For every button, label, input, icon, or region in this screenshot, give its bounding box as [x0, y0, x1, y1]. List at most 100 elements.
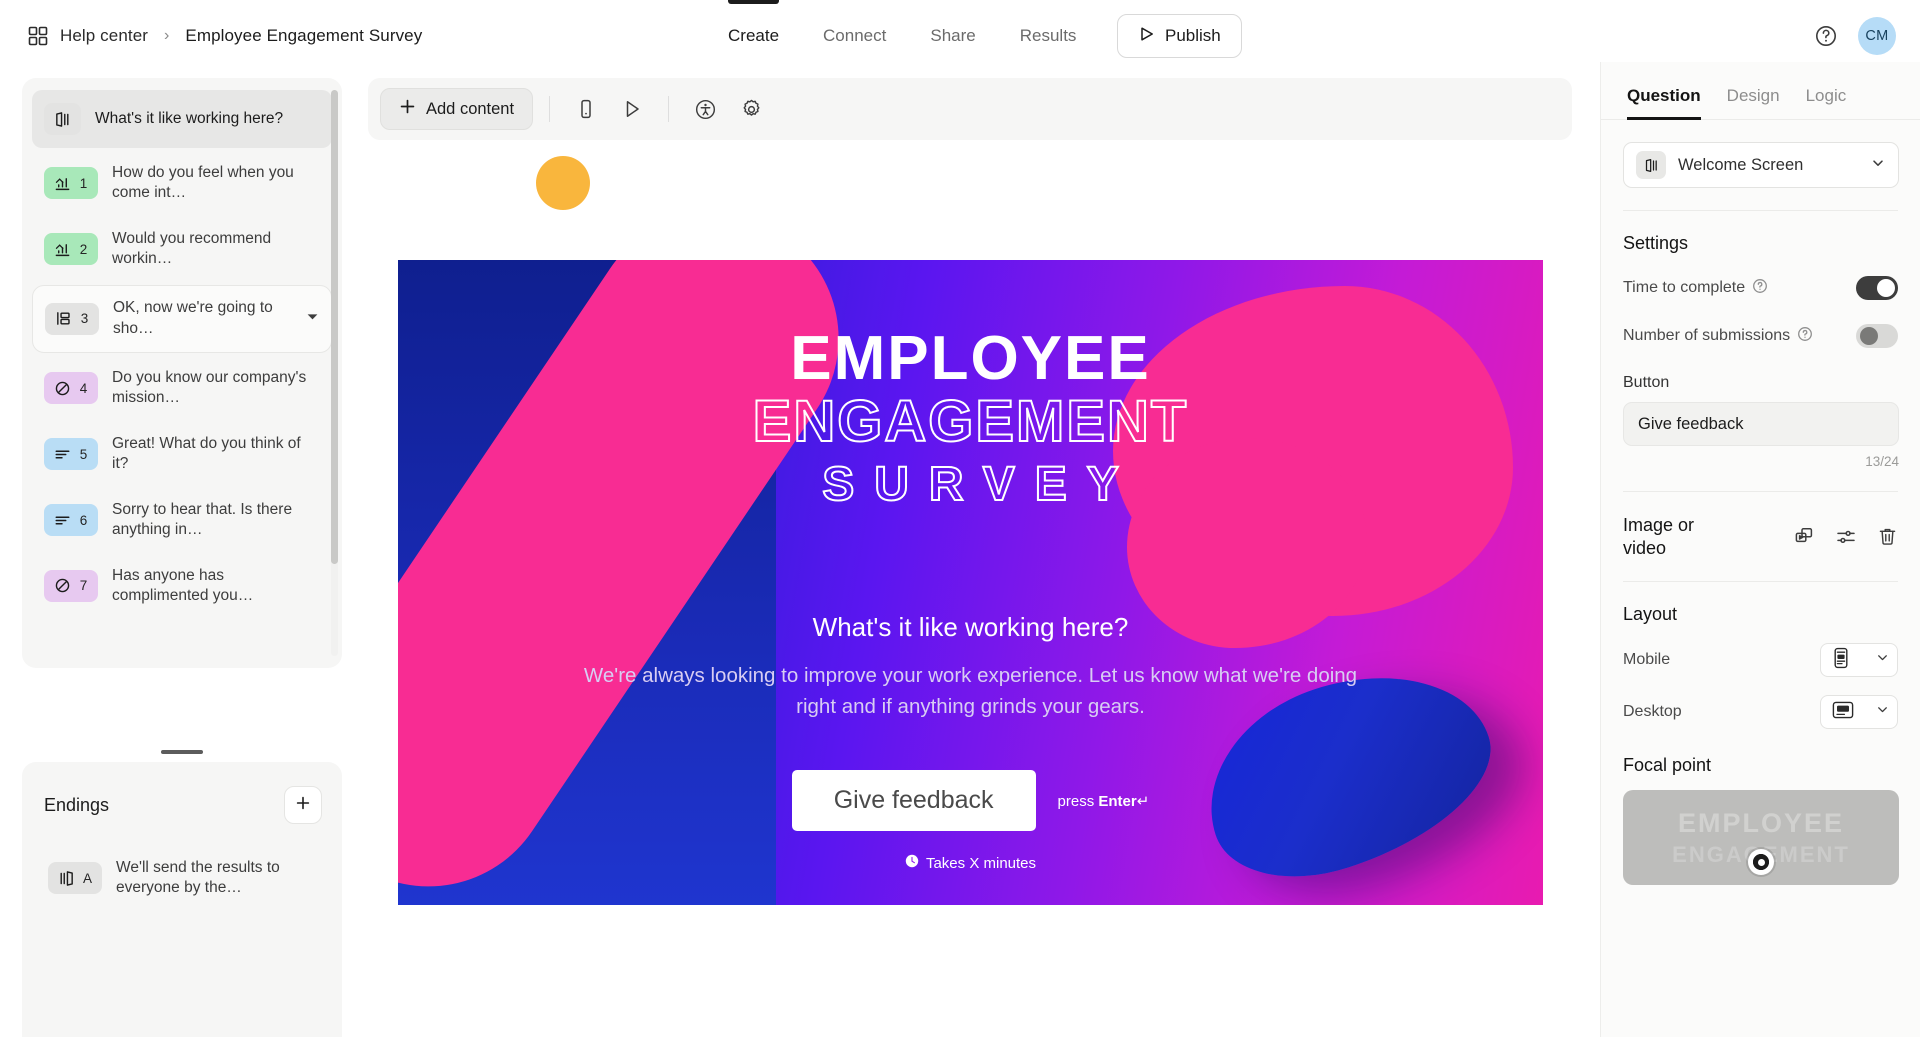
center-area: Add content EMPLOYEE ENGAGEMENT SURVEY W…	[368, 78, 1572, 1028]
tab-share[interactable]: Share	[908, 0, 997, 72]
question-circle-icon[interactable]	[1797, 326, 1813, 347]
chevron-down-icon	[1875, 702, 1890, 722]
sidebar-item-7[interactable]: 7 Has anyone has complimented you…	[32, 556, 332, 617]
add-content-button[interactable]: Add content	[380, 88, 534, 130]
gear-icon[interactable]	[731, 89, 771, 129]
sidebar-item-2[interactable]: 2 Would you recommend workin…	[32, 219, 332, 280]
sidebar-item-label: How do you feel when you come int…	[112, 164, 294, 202]
layout-desktop-select[interactable]	[1820, 695, 1898, 729]
question-group-icon: 3	[45, 302, 99, 335]
layout-mobile-row: Mobile	[1623, 643, 1898, 677]
welcome-screen-icon	[44, 103, 81, 135]
sidebar-item-label: Great! What do you think of it?	[112, 434, 301, 473]
chevron-down-icon[interactable]	[306, 310, 319, 328]
left-sidebar: What's it like working here? 1 How do yo…	[22, 78, 342, 1037]
tab-create[interactable]: Create	[706, 0, 801, 72]
layout-desktop-row: Desktop	[1623, 695, 1898, 729]
question-type-select[interactable]: Welcome Screen	[1623, 142, 1899, 188]
survey-description[interactable]: We're always looking to improve your wor…	[578, 660, 1363, 722]
tab-question-label: Question	[1627, 86, 1701, 105]
questions-panel: What's it like working here? 1 How do yo…	[22, 78, 342, 668]
rating-bars-icon: 2	[44, 233, 98, 266]
toolbar-divider-2	[668, 96, 670, 122]
play-triangle-icon	[1138, 25, 1156, 48]
sidebar-item-3-group[interactable]: 3 OK, now we're going to sho…	[32, 284, 332, 353]
tab-results[interactable]: Results	[998, 0, 1099, 72]
divider-3	[1623, 581, 1898, 582]
tab-question[interactable]: Question	[1627, 86, 1701, 120]
tab-share-label: Share	[930, 26, 976, 45]
button-text-input[interactable]: Give feedback	[1623, 402, 1899, 446]
replace-media-icon[interactable]	[1793, 526, 1815, 548]
give-feedback-button[interactable]: Give feedback	[791, 770, 1036, 831]
tab-design[interactable]: Design	[1727, 86, 1780, 119]
breadcrumb-current[interactable]: Employee Engagement Survey	[185, 26, 422, 46]
survey-canvas[interactable]: EMPLOYEE ENGAGEMENT SURVEY What's it lik…	[398, 260, 1543, 905]
sidebar-item-label: Do you know our company's mission…	[112, 368, 307, 407]
mobile-preview-icon[interactable]	[566, 89, 606, 129]
survey-title-block: EMPLOYEE ENGAGEMENT SURVEY	[398, 328, 1543, 515]
sidebar-item-6[interactable]: 6 Sorry to hear that. Is there anything …	[32, 490, 332, 551]
avatar[interactable]: CM	[1858, 17, 1896, 55]
cursor-highlight	[536, 156, 590, 210]
takes-time-row: Takes X minutes	[398, 854, 1543, 872]
focal-point-preview[interactable]: EMPLOYEE ENGAGEMENT	[1623, 790, 1899, 885]
tab-connect-label: Connect	[823, 26, 887, 45]
ending-item-a[interactable]: A We'll send the results to everyone by …	[36, 848, 328, 909]
publish-button[interactable]: Publish	[1117, 14, 1242, 58]
layout-mobile-label: Mobile	[1623, 651, 1671, 668]
sidebar-item-5[interactable]: 5 Great! What do you think of it?	[32, 424, 332, 485]
press-enter-key: Enter	[1098, 792, 1137, 810]
sidebar-item-4[interactable]: 4 Do you know our company's mission…	[32, 358, 332, 419]
accessibility-icon[interactable]	[685, 89, 725, 129]
sidebar-item-label: What's it like working here?	[95, 109, 284, 127]
survey-title-line-3: SURVEY	[821, 457, 1139, 512]
sidebar-scrollbar-thumb[interactable]	[331, 90, 338, 564]
sidebar-item-welcome[interactable]: What's it like working here?	[32, 90, 332, 148]
survey-cta-row: Give feedback press Enter↵	[398, 770, 1543, 831]
tab-logic-label: Logic	[1805, 86, 1847, 105]
focal-point-handle[interactable]	[1748, 849, 1774, 875]
tab-create-label: Create	[728, 26, 780, 45]
time-to-complete-toggle[interactable]	[1856, 276, 1898, 300]
breadcrumb-root[interactable]: Help center	[60, 26, 148, 46]
grid-icon[interactable]	[28, 26, 48, 46]
sidebar-item-label: OK, now we're going to sho…	[113, 299, 273, 337]
add-ending-button[interactable]	[284, 786, 322, 824]
adjust-settings-icon[interactable]	[1835, 526, 1857, 548]
publish-label: Publish	[1165, 26, 1221, 45]
question-circle-icon[interactable]	[1814, 24, 1838, 48]
long-text-icon: 5	[44, 438, 98, 471]
sidebar-item-1[interactable]: 1 How do you feel when you come int…	[32, 153, 332, 214]
welcome-screen-icon	[1636, 151, 1666, 179]
endings-title: Endings	[44, 794, 110, 815]
focal-point-title: Focal point	[1623, 755, 1712, 775]
play-preview-icon[interactable]	[612, 89, 652, 129]
ending-screen-icon: A	[48, 862, 103, 895]
survey-title-line-2: ENGAGEMENT	[752, 388, 1189, 455]
ending-item-number: A	[83, 870, 93, 886]
number-of-submissions-toggle[interactable]	[1856, 324, 1898, 348]
takes-time-label: Takes X minutes	[925, 854, 1037, 872]
button-char-count: 13/24	[1865, 454, 1899, 469]
questions-list: What's it like working here? 1 How do yo…	[32, 90, 332, 616]
delete-icon[interactable]	[1877, 526, 1898, 547]
canvas-toolbar: Add content	[368, 78, 1572, 140]
number-of-submissions-label: Number of submissions	[1623, 327, 1791, 344]
panel-resize-handle[interactable]	[161, 750, 203, 754]
button-field-label: Button	[1623, 374, 1670, 391]
survey-question-heading[interactable]: What's it like working here?	[398, 612, 1543, 643]
chevron-down-icon	[1875, 650, 1890, 670]
question-circle-icon[interactable]	[1752, 278, 1768, 299]
layout-mobile-select[interactable]	[1820, 643, 1898, 677]
sidebar-scrollbar[interactable]	[331, 90, 338, 656]
layout-desktop-label: Desktop	[1623, 703, 1682, 720]
tab-connect[interactable]: Connect	[801, 0, 908, 72]
settings-title: Settings	[1623, 233, 1689, 253]
welcome-screen-preview: EMPLOYEE ENGAGEMENT SURVEY What's it lik…	[398, 260, 1543, 905]
question-type-value: Welcome Screen	[1678, 155, 1804, 174]
ending-item-label: We'll send the results to everyone by th…	[116, 859, 280, 897]
sidebar-item-number: 6	[79, 512, 88, 528]
layout-title: Layout	[1623, 604, 1678, 624]
tab-logic[interactable]: Logic	[1806, 86, 1847, 119]
